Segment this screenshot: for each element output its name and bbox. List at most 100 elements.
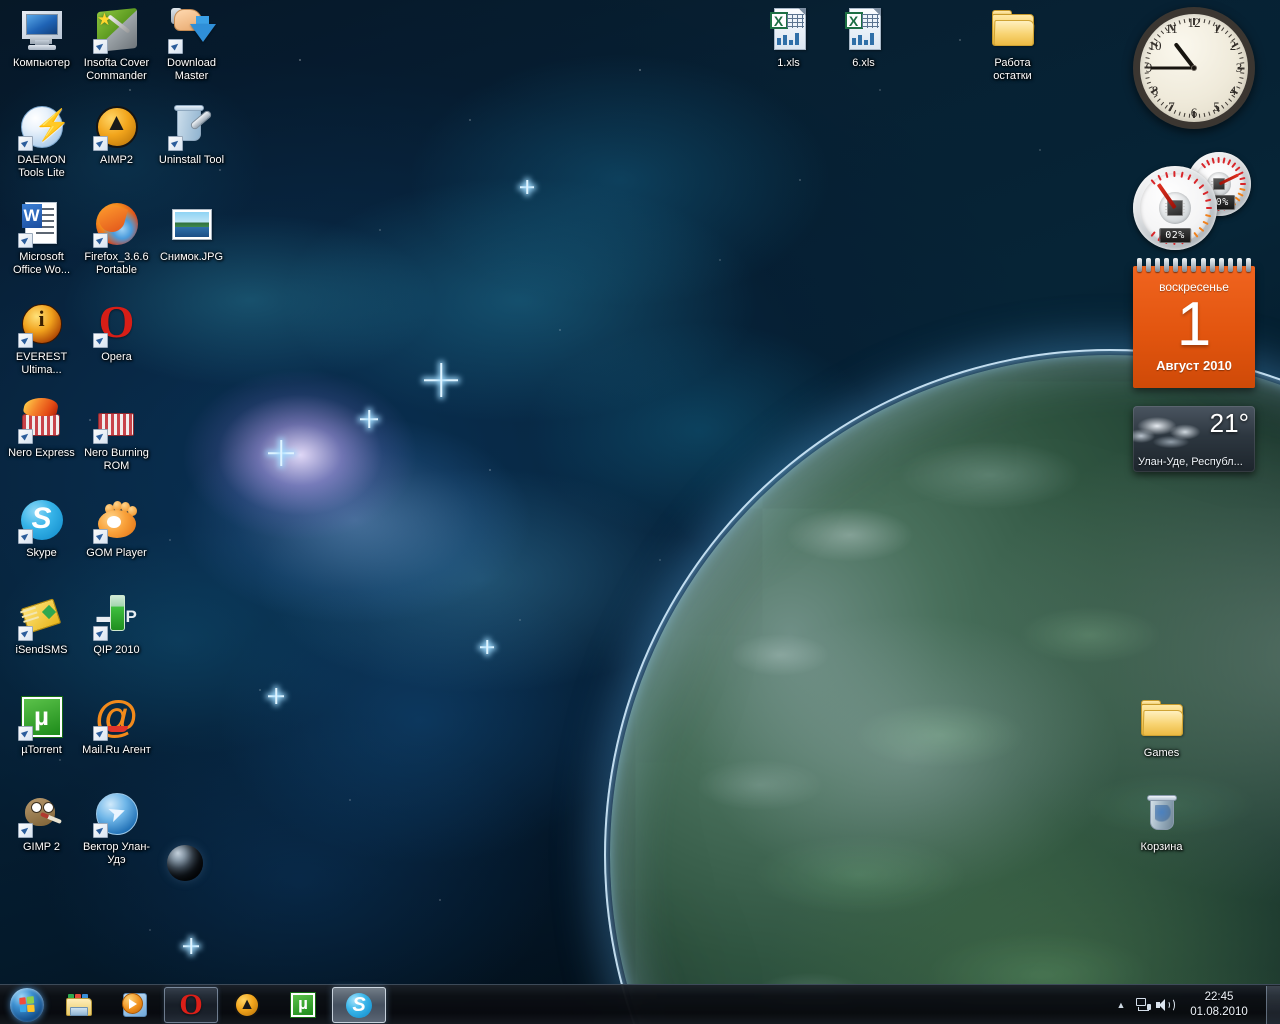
xls-icon: X bbox=[840, 6, 888, 54]
taskbar-button-aimp[interactable]: ▲ bbox=[220, 987, 274, 1023]
shortcut-arrow-icon bbox=[92, 823, 108, 838]
network-icon[interactable] bbox=[1132, 990, 1154, 1020]
taskbar-button-opera[interactable]: O bbox=[164, 986, 218, 1023]
desktop-icon-nero-express[interactable]: Nero Express bbox=[4, 396, 79, 460]
system-tray[interactable]: ▲ 22:45 01.08.2010 bbox=[1110, 985, 1280, 1024]
ff-icon bbox=[92, 200, 141, 248]
media-player-icon bbox=[120, 990, 150, 1020]
clock-numeral: 11 bbox=[1165, 21, 1178, 37]
shortcut-arrow-icon bbox=[17, 823, 33, 838]
desktop-icon-torrent[interactable]: µ µTorrent bbox=[4, 693, 79, 757]
desktop-icon-label: Mail.Ru Агент bbox=[82, 744, 151, 756]
show-desktop-button[interactable] bbox=[1266, 985, 1280, 1024]
desktop-icon-games[interactable]: Games bbox=[1124, 696, 1199, 760]
taskbar-buttons[interactable]: O ▲ µ S bbox=[51, 986, 387, 1023]
windows-flag-icon bbox=[19, 995, 36, 1012]
ut-icon: µ bbox=[17, 693, 66, 741]
desktop-icon-microsoft-office-wo[interactable]: W Microsoft Office Wo... bbox=[4, 200, 79, 277]
start-button[interactable] bbox=[3, 986, 51, 1024]
spiral-ring bbox=[1218, 258, 1224, 272]
taskbar-button-explorer[interactable] bbox=[52, 987, 106, 1023]
computer-icon bbox=[17, 6, 66, 54]
taskbar-button-utorrent[interactable]: µ bbox=[276, 987, 330, 1023]
nero-icon bbox=[17, 396, 66, 444]
clock-numeral: 8 bbox=[1151, 82, 1159, 98]
desktop-icon-6-xls[interactable]: X 6.xls bbox=[826, 6, 901, 70]
tray-time: 22:45 bbox=[1204, 990, 1234, 1003]
tray-clock[interactable]: 22:45 01.08.2010 bbox=[1176, 990, 1262, 1020]
spiral-ring bbox=[1200, 258, 1206, 272]
spiral-ring bbox=[1182, 258, 1188, 272]
gimp-icon bbox=[17, 790, 66, 838]
desktop-icon-nero-burning-rom[interactable]: Nero Burning ROM bbox=[79, 396, 154, 473]
shortcut-arrow-icon bbox=[17, 136, 33, 151]
desktop-icon-label: Компьютер bbox=[13, 57, 70, 69]
taskbar[interactable]: O ▲ µ S ▲ 22:45 01.08.2010 bbox=[0, 984, 1280, 1024]
spiral-ring bbox=[1191, 258, 1197, 272]
desktop-icon-label: Microsoft Office Wo... bbox=[12, 251, 71, 276]
cpu-meter-gadget[interactable]: 40% 02% bbox=[1133, 152, 1255, 252]
skype-icon: S bbox=[344, 990, 374, 1020]
cpu-gauge[interactable]: 02% bbox=[1133, 166, 1217, 250]
chevron-up-icon[interactable]: ▲ bbox=[1110, 990, 1132, 1020]
spiral-ring bbox=[1173, 258, 1179, 272]
folder-icon bbox=[1138, 696, 1186, 744]
taskbar-button-skype[interactable]: S bbox=[332, 986, 386, 1023]
taskbar-button-media-player[interactable] bbox=[108, 987, 162, 1023]
desktop-icon-everest-ultima[interactable]: i EVEREST Ultima... bbox=[4, 300, 79, 377]
desktop-icon-opera[interactable]: O Opera bbox=[79, 298, 154, 364]
desktop[interactable]: Компьютер ★ Insofta Cover Commander Downloa… bbox=[0, 0, 1280, 1024]
desktop-icon-работа-остатки[interactable]: Работа остатки bbox=[975, 6, 1050, 83]
spiral-ring bbox=[1227, 258, 1233, 272]
clock-numeral: 12 bbox=[1187, 15, 1201, 30]
shortcut-arrow-icon bbox=[92, 39, 108, 54]
opera-icon: O bbox=[179, 987, 203, 1021]
calendar-month-year: Август 2010 bbox=[1156, 358, 1232, 373]
desktop-icon-снимок-jpg[interactable]: Снимок.JPG bbox=[154, 200, 229, 264]
gom-icon bbox=[92, 496, 141, 544]
desktop-icon-вектор-улан-удэ[interactable]: ➤ Вектор Улан-Удэ bbox=[79, 790, 154, 867]
desktop-icon-isendsms[interactable]: iSendSMS bbox=[4, 593, 79, 657]
calendar-sheet: воскресенье 1 Август 2010 bbox=[1133, 266, 1255, 388]
desktop-icon-label: Games bbox=[1143, 747, 1180, 759]
desktop-icon-aimp2[interactable]: ▲ AIMP2 bbox=[79, 103, 154, 167]
shortcut-arrow-icon bbox=[167, 39, 183, 54]
volume-icon[interactable] bbox=[1154, 990, 1176, 1020]
shortcut-arrow-icon bbox=[92, 529, 108, 544]
calendar-spiral-binding bbox=[1137, 258, 1251, 272]
desktop-icon-gom-player[interactable]: GOM Player bbox=[79, 496, 154, 560]
desktop-icon-firefox-3-6-6-portable[interactable]: Firefox_3.6.6 Portable bbox=[79, 200, 154, 277]
shortcut-arrow-icon bbox=[92, 233, 108, 248]
desktop-icon-uninstall-tool[interactable]: Uninstall Tool bbox=[154, 103, 229, 167]
shortcut-arrow-icon bbox=[92, 626, 108, 641]
desktop-icon-daemon-tools-lite[interactable]: ⚡ DAEMON Tools Lite bbox=[4, 103, 79, 180]
clock-numeral: 2 bbox=[1229, 37, 1237, 53]
calendar-gadget[interactable]: воскресенье 1 Август 2010 bbox=[1133, 258, 1255, 388]
desktop-icon-1-xls[interactable]: X 1.xls bbox=[751, 6, 826, 70]
daemon-icon: ⚡ bbox=[17, 103, 71, 151]
qip-icon: ▬ P bbox=[92, 593, 141, 641]
desktop-icon-label: DAEMON Tools Lite bbox=[17, 154, 66, 179]
desktop-icon-gimp-2[interactable]: GIMP 2 bbox=[4, 790, 79, 854]
spiral-ring bbox=[1245, 258, 1251, 272]
desktop-icon-корзина[interactable]: Корзина bbox=[1124, 790, 1199, 854]
desktop-icon-label: Снимок.JPG bbox=[159, 251, 224, 263]
desktop-icon-компьютер[interactable]: Компьютер bbox=[4, 6, 79, 70]
spiral-ring bbox=[1155, 258, 1161, 272]
desktop-icon-label: Insofta Cover Commander bbox=[83, 57, 150, 82]
clock-gadget[interactable]: 12 1 2 3 4 5 6 7 8 9 10 11 bbox=[1133, 7, 1255, 129]
shortcut-arrow-icon bbox=[17, 726, 33, 741]
desktop-icon-qip-2010[interactable]: ▬ P QIP 2010 bbox=[79, 593, 154, 657]
weather-gadget[interactable]: 21° Улан-Уде, Республ... bbox=[1133, 406, 1255, 472]
desktop-icon-mail-ru-агент[interactable]: @ Mail.Ru Агент bbox=[79, 693, 154, 757]
shortcut-arrow-icon bbox=[92, 136, 108, 151]
desktop-icon-insofta-cover-commander[interactable]: ★ Insofta Cover Commander bbox=[79, 6, 154, 83]
aimp-icon: ▲ bbox=[92, 103, 141, 151]
desktop-icon-label: EVEREST Ultima... bbox=[15, 351, 68, 376]
clock-numeral: 1 bbox=[1213, 21, 1220, 37]
desktop-icon-skype[interactable]: S Skype bbox=[4, 496, 79, 560]
clock-center-pin bbox=[1191, 65, 1197, 71]
spiral-ring bbox=[1164, 258, 1170, 272]
desktop-icon-download-master[interactable]: Download Master bbox=[154, 6, 229, 83]
desktop-icon-label: Skype bbox=[26, 547, 57, 559]
